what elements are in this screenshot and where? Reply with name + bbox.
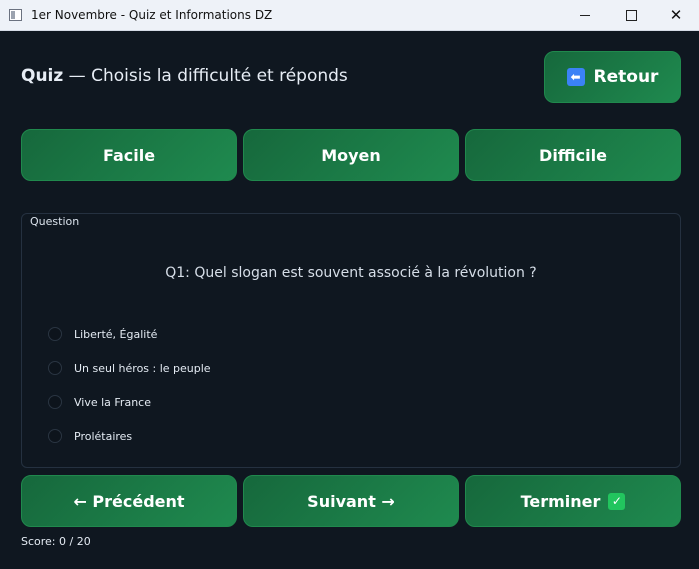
finish-button-label: Terminer	[520, 491, 601, 511]
answer-option-label[interactable]: Vive la France	[74, 396, 151, 409]
answer-option-label[interactable]: Liberté, Égalité	[74, 328, 157, 341]
answer-option[interactable]: Un seul héros : le peuple	[48, 360, 211, 376]
score-label: Score: 0 / 20	[21, 535, 91, 548]
page-title: Quiz — Choisis la difficulté et réponds	[21, 66, 348, 86]
question-text: Q1: Quel slogan est souvent associé à la…	[165, 265, 537, 281]
radio-button[interactable]	[48, 429, 62, 443]
app-icon	[9, 9, 22, 21]
radio-button[interactable]	[48, 361, 62, 375]
app-window: 1er Novembre - Quiz et Informations DZ ✕…	[0, 0, 699, 569]
close-icon: ✕	[669, 5, 683, 24]
question-group: Question Q1: Quel slogan est souvent ass…	[21, 213, 681, 468]
radio-button[interactable]	[48, 395, 62, 409]
radio-button[interactable]	[48, 327, 62, 341]
title-bar: 1er Novembre - Quiz et Informations DZ ✕	[0, 0, 699, 31]
arrow-left-icon: ⬅	[566, 68, 585, 86]
minimize-button[interactable]	[562, 0, 608, 30]
difficulty-easy-button[interactable]: Facile	[21, 129, 237, 181]
page-title-rest: — Choisis la difficulté et réponds	[63, 66, 348, 86]
answer-option[interactable]: Liberté, Égalité	[48, 326, 157, 342]
answer-option[interactable]: Vive la France	[48, 394, 151, 410]
maximize-icon	[625, 9, 637, 21]
back-button-label: Retour	[593, 67, 659, 87]
answer-option-label[interactable]: Prolétaires	[74, 430, 132, 443]
finish-button[interactable]: Terminer ✓	[465, 475, 681, 527]
page-title-bold: Quiz	[21, 66, 64, 86]
next-button[interactable]: Suivant →	[243, 475, 459, 527]
question-group-label: Question	[30, 215, 80, 228]
answer-option-label[interactable]: Un seul héros : le peuple	[74, 362, 211, 375]
difficulty-hard-button[interactable]: Difficile	[465, 129, 681, 181]
back-button[interactable]: ⬅ Retour	[544, 51, 681, 103]
minimize-icon	[580, 14, 590, 16]
close-button[interactable]: ✕	[653, 0, 699, 30]
previous-button[interactable]: ← Précédent	[21, 475, 237, 527]
maximize-button[interactable]	[608, 0, 654, 30]
answer-option[interactable]: Prolétaires	[48, 428, 132, 444]
difficulty-medium-button[interactable]: Moyen	[243, 129, 459, 181]
window-title: 1er Novembre - Quiz et Informations DZ	[31, 8, 273, 22]
check-icon: ✓	[608, 492, 626, 510]
